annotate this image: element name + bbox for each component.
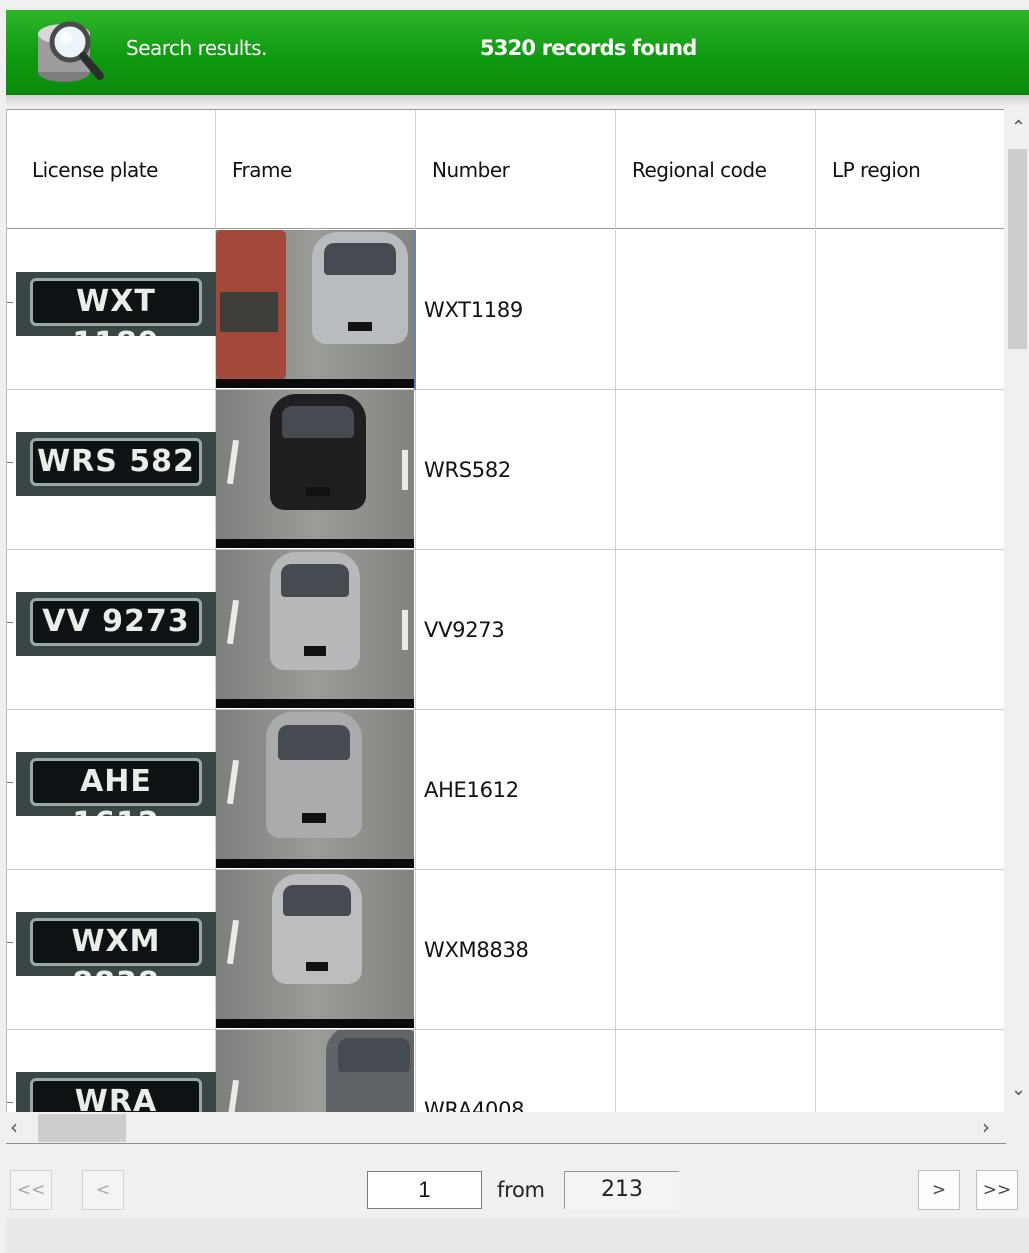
lp-region-cell	[816, 390, 1004, 550]
column-header-lp-region[interactable]: LP region	[816, 110, 1004, 229]
scroll-up-arrow-icon[interactable]: ⌃	[1011, 117, 1026, 138]
frame-image	[216, 390, 414, 548]
status-bar	[6, 1218, 1029, 1253]
number-cell: AHE1612	[416, 710, 616, 870]
license-plate-text: WRS 582	[30, 438, 202, 486]
license-plate-image: VV 9273	[16, 592, 216, 656]
frame-cell[interactable]	[216, 710, 416, 870]
number-text: WRS582	[424, 458, 511, 482]
lp-region-cell	[816, 1030, 1004, 1112]
license-plate-image: WRS 582	[16, 432, 216, 496]
row-marker	[7, 1102, 13, 1112]
total-pages-field: 213	[564, 1171, 679, 1209]
next-page-button[interactable]: >	[918, 1170, 960, 1210]
scroll-down-arrow-icon[interactable]: ⌄	[1011, 1079, 1026, 1100]
records-count: 5320 records found	[480, 36, 697, 60]
lp-region-cell	[816, 550, 1004, 710]
results-grid[interactable]: License plate Frame Number Regional code…	[6, 109, 1004, 1112]
frame-image	[216, 230, 414, 388]
column-header-regional-code[interactable]: Regional code	[616, 110, 816, 229]
column-header-frame[interactable]: Frame	[216, 110, 416, 229]
table-row[interactable]: WRS 582 WRS582	[7, 390, 1004, 550]
column-header-license-plate[interactable]: License plate	[16, 110, 216, 229]
frame-image	[216, 550, 414, 708]
database-search-icon	[38, 21, 104, 82]
number-cell: WRA4008	[416, 1030, 616, 1112]
frame-cell[interactable]	[216, 230, 416, 390]
regional-code-cell	[616, 870, 816, 1030]
number-text: AHE1612	[424, 778, 519, 802]
frame-cell[interactable]	[216, 390, 416, 550]
previous-page-button[interactable]: <	[82, 1170, 124, 1210]
table-row[interactable]: WRA 4008 WRA4008	[7, 1030, 1004, 1112]
regional-code-cell	[616, 710, 816, 870]
license-plate-cell: WXT 1189	[16, 230, 216, 390]
number-text: VV9273	[424, 618, 505, 642]
regional-code-cell	[616, 1030, 816, 1112]
license-plate-text: WRA 4008	[30, 1078, 202, 1112]
license-plate-cell: WXM 8838	[16, 870, 216, 1030]
lp-region-cell	[816, 710, 1004, 870]
number-cell: WRS582	[416, 390, 616, 550]
frame-cell[interactable]	[216, 550, 416, 710]
table-row[interactable]: AHE 1612 AHE1612	[7, 710, 1004, 870]
frame-cell[interactable]	[216, 1030, 416, 1112]
table-row[interactable]: WXT 1189 WXT1189	[7, 230, 1004, 390]
row-marker	[7, 622, 13, 632]
frame-image	[216, 870, 414, 1028]
table-row[interactable]: WXM 8838 WXM8838	[7, 870, 1004, 1030]
license-plate-cell: WRA 4008	[16, 1030, 216, 1112]
results-header: Search results. 5320 records found	[6, 10, 1029, 95]
number-text: WRA4008	[424, 1098, 525, 1112]
frame-image	[216, 1030, 414, 1112]
horizontal-scroll-thumb[interactable]	[38, 1114, 126, 1142]
license-plate-image: AHE 1612	[16, 752, 216, 816]
number-cell: WXM8838	[416, 870, 616, 1030]
number-text: WXT1189	[424, 298, 523, 322]
frame-cell[interactable]	[216, 870, 416, 1030]
row-marker	[7, 462, 13, 472]
regional-code-cell	[616, 230, 816, 390]
frame-image	[216, 710, 414, 868]
license-plate-text: VV 9273	[30, 598, 202, 646]
scroll-right-arrow-icon[interactable]: ›	[982, 1115, 990, 1139]
from-label: from	[497, 1178, 545, 1202]
vertical-scroll-thumb[interactable]	[1008, 149, 1027, 349]
current-page-input[interactable]	[367, 1171, 482, 1209]
scroll-left-arrow-icon[interactable]: ‹	[10, 1115, 18, 1139]
license-plate-image: WRA 4008	[16, 1072, 216, 1112]
license-plate-cell: VV 9273	[16, 550, 216, 710]
row-marker	[7, 942, 13, 952]
first-page-button[interactable]: <<	[10, 1170, 52, 1210]
table-row[interactable]: VV 9273 VV9273	[7, 550, 1004, 710]
row-marker	[7, 302, 13, 312]
regional-code-cell	[616, 550, 816, 710]
license-plate-image: WXT 1189	[16, 272, 216, 336]
lp-region-cell	[816, 870, 1004, 1030]
number-cell: VV9273	[416, 550, 616, 710]
last-page-button[interactable]: >>	[976, 1170, 1018, 1210]
row-marker	[7, 782, 13, 792]
license-plate-image: WXM 8838	[16, 912, 216, 976]
grid-header-row: License plate Frame Number Regional code…	[7, 109, 1004, 229]
license-plate-text: WXM 8838	[30, 918, 202, 976]
regional-code-cell	[616, 390, 816, 550]
license-plate-text: AHE 1612	[30, 758, 202, 816]
number-text: WXM8838	[424, 938, 529, 962]
number-cell: WXT1189	[416, 230, 616, 390]
lp-region-cell	[816, 230, 1004, 390]
license-plate-cell: WRS 582	[16, 390, 216, 550]
header-subtitle: Search results.	[126, 36, 267, 60]
vertical-scrollbar[interactable]: ⌃ ⌄	[1006, 109, 1029, 1112]
header-divider	[6, 95, 1029, 107]
license-plate-cell: AHE 1612	[16, 710, 216, 870]
license-plate-text: WXT 1189	[30, 278, 202, 336]
horizontal-scrollbar[interactable]: ‹ ›	[6, 1112, 1006, 1144]
column-header-number[interactable]: Number	[416, 110, 616, 229]
